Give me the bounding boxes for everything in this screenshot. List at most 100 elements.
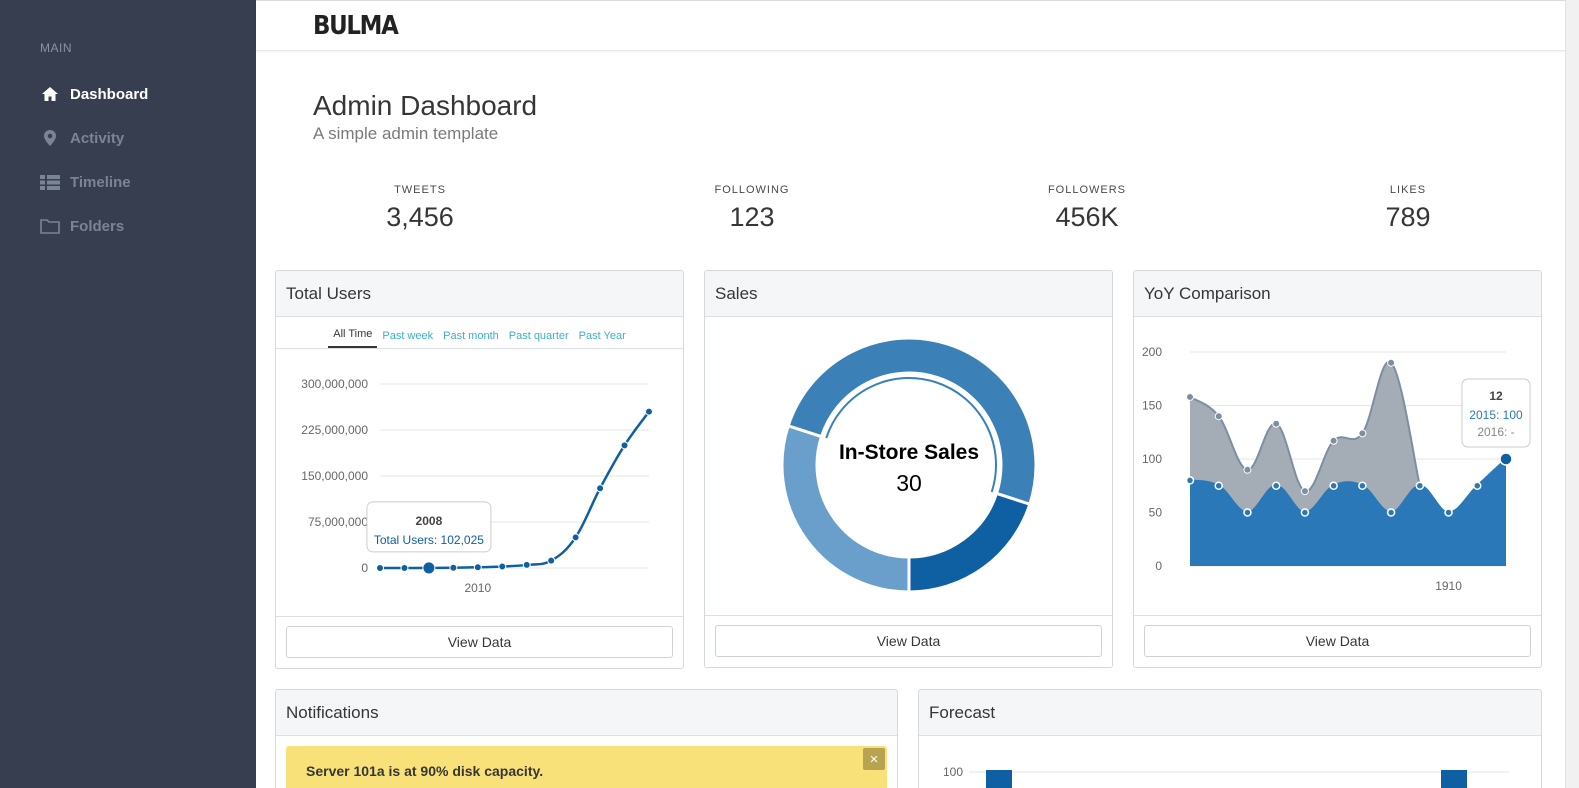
data-point-2016 [1387, 358, 1396, 367]
data-point-2016 [1243, 465, 1252, 474]
data-point-2015 [1473, 481, 1482, 490]
map-marker-icon [40, 129, 60, 147]
x-tick-label: 2010 [464, 581, 491, 595]
data-point-2015 [1499, 452, 1513, 466]
data-point-2015 [1271, 481, 1281, 490]
sidebar-item-dashboard[interactable]: Dashboard [40, 82, 148, 106]
data-point [596, 484, 605, 493]
close-icon[interactable]: × [863, 748, 885, 770]
tooltip-value: Total Users: 102,025 [374, 533, 484, 547]
data-point [498, 562, 507, 571]
data-point-2016 [1300, 487, 1309, 496]
data-point-2015 [1358, 481, 1367, 490]
notifications-card: Notifications Server 101a is at 90% disk… [275, 689, 898, 788]
tooltip-title: 2008 [416, 514, 443, 528]
card-title: Sales [705, 271, 1112, 317]
sidebar: MAIN Dashboard Activity Timeline Folders [0, 0, 256, 788]
brand-logo[interactable]: BULMA [313, 11, 399, 41]
view-data-button[interactable]: View Data [1144, 625, 1531, 657]
total-users-line-chart[interactable]: 0 75,000,000 150,000,000 225,000,000 300,000… [276, 351, 683, 616]
home-icon [40, 85, 60, 103]
folder-icon [40, 217, 60, 235]
stat-label: FOLLOWERS [1047, 184, 1127, 196]
data-point [571, 533, 580, 542]
forecast-bar[interactable] [1441, 770, 1467, 788]
y-tick-label: 200 [1142, 345, 1162, 359]
data-point [422, 561, 436, 575]
sales-card: Sales In-Store Sales 30 View Data [704, 270, 1113, 668]
data-point-2015 [1185, 476, 1195, 485]
forecast-card: Forecast 100 [918, 689, 1542, 788]
y-tick-label: 0 [361, 561, 368, 575]
card-footer: View Data [1134, 615, 1541, 667]
page-scrollbar[interactable] [1565, 0, 1579, 788]
yoy-area-chart[interactable]: 0 50 100 150 200 1910 12 2015: 100 2016: - [1134, 317, 1541, 613]
page-title: Admin Dashboard [313, 90, 538, 121]
y-tick-label: 0 [1155, 559, 1162, 573]
donut-center-label: In-Store Sales [839, 441, 979, 464]
data-point [449, 563, 458, 572]
y-tick-label: 225,000,000 [301, 423, 368, 437]
stat-tweets: TWEETS 3,456 [320, 184, 520, 233]
forecast-bar-chart[interactable]: 100 [919, 737, 1541, 788]
y-tick-label: 300,000,000 [301, 377, 368, 391]
sidebar-item-activity[interactable]: Activity [40, 126, 124, 150]
tooltip-line-2015: 2015: 100 [1469, 408, 1523, 422]
y-tick-label: 100 [943, 765, 963, 779]
data-point-2016 [1272, 419, 1281, 428]
data-point-2015 [1444, 508, 1453, 517]
tab-past-quarter[interactable]: Past quarter [504, 330, 574, 348]
data-point-2016 [1358, 429, 1367, 438]
card-footer: View Data [276, 616, 683, 668]
donut-slice [907, 491, 1032, 594]
donut-center-value: 30 [896, 470, 922, 496]
data-point-2016 [1214, 412, 1223, 421]
data-point [645, 407, 653, 416]
data-point [400, 563, 409, 572]
notification-warning: Server 101a is at 90% disk capacity. × [286, 746, 887, 788]
stat-value: 456K [1055, 202, 1119, 232]
data-point [522, 560, 531, 569]
sidebar-item-folders[interactable]: Folders [40, 214, 124, 238]
data-point-2015 [1386, 508, 1396, 517]
stat-value: 123 [729, 202, 775, 232]
card-footer: View Data [705, 615, 1112, 667]
tooltip-line-2016: 2016: - [1477, 425, 1514, 439]
view-data-button[interactable]: View Data [286, 626, 673, 658]
tab-past-week[interactable]: Past week [377, 330, 438, 348]
top-navbar: BULMA [256, 0, 1565, 51]
sidebar-item-timeline[interactable]: Timeline [40, 170, 131, 194]
data-point-2015 [1415, 481, 1425, 490]
stat-label: TWEETS [394, 184, 446, 196]
stat-value: 3,456 [386, 202, 454, 232]
tab-past-month[interactable]: Past month [438, 330, 504, 348]
sales-donut-chart[interactable]: In-Store Sales 30 [705, 317, 1112, 613]
sidebar-item-label: Timeline [70, 173, 131, 191]
y-tick-label: 100 [1142, 452, 1162, 466]
data-point [473, 563, 482, 572]
tooltip-title: 12 [1489, 389, 1503, 403]
stat-label: LIKES [1389, 184, 1427, 196]
data-point-2015 [1214, 481, 1223, 490]
card-title: Total Users [276, 271, 683, 317]
stat-followers: FOLLOWERS 456K [987, 184, 1187, 233]
stat-following: FOLLOWING 123 [652, 184, 852, 233]
data-point-2016 [1186, 392, 1194, 401]
card-title: YoY Comparison [1134, 271, 1541, 317]
view-data-button[interactable]: View Data [715, 625, 1102, 657]
data-point [376, 564, 384, 572]
card-title: Notifications [276, 690, 897, 736]
x-tick-label: 1910 [1435, 579, 1462, 593]
stat-value: 789 [1385, 202, 1431, 232]
y-tick-label: 150 [1142, 399, 1162, 413]
stat-label: FOLLOWING [714, 184, 790, 196]
tab-past-year[interactable]: Past Year [574, 330, 631, 348]
card-title: Forecast [919, 690, 1541, 736]
sidebar-item-label: Folders [70, 217, 125, 235]
forecast-bar[interactable] [986, 770, 1012, 788]
tab-all-time[interactable]: All Time [328, 328, 378, 348]
data-point-2016 [1329, 436, 1338, 445]
total-users-card: Total Users All Time Past week Past mont… [275, 270, 684, 669]
chart-tooltip: 2008 Total Users: 102,025 [366, 501, 492, 553]
data-point [547, 556, 556, 565]
